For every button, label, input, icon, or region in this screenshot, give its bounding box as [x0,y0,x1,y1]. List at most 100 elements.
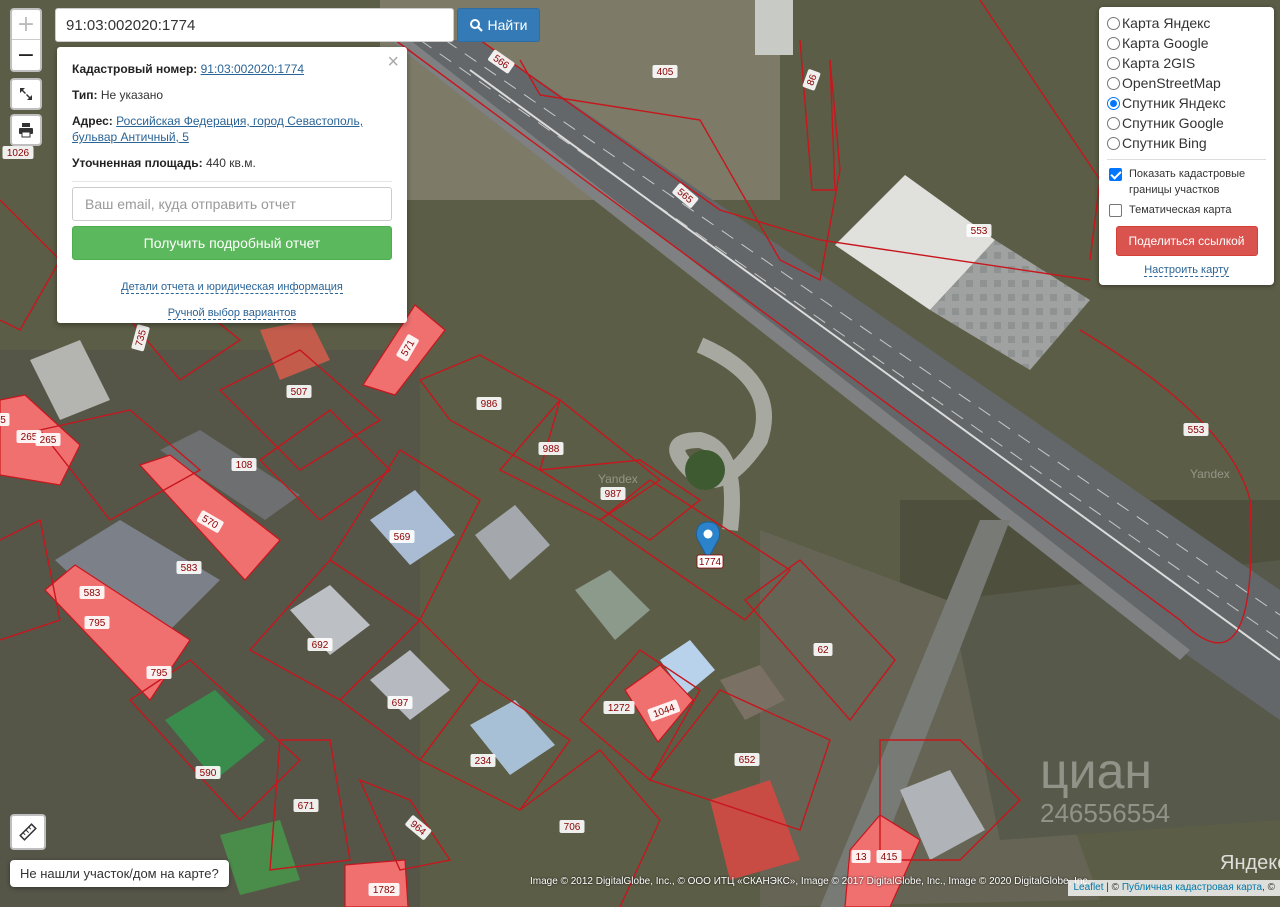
parcel-label: 553 [966,224,992,237]
layer-radio[interactable] [1107,76,1120,90]
layer-radio[interactable] [1107,116,1120,130]
zoom-in-button[interactable]: + [12,10,40,40]
parcel-label-text: 553 [1188,425,1205,436]
parcel-label: 671 [293,799,319,812]
layer-option[interactable]: Спутник Bing [1107,133,1266,153]
ruler-button[interactable] [10,814,46,850]
type-label: Тип: [72,88,98,102]
layer-option[interactable]: Карта Google [1107,33,1266,53]
parcel-label-text: 1782 [373,885,396,896]
parcel-label: 986 [476,397,502,410]
layer-radio[interactable] [1107,16,1120,30]
divider [1107,159,1266,160]
layer-radio[interactable] [1107,96,1120,110]
layer-option[interactable]: Карта Яндекс [1107,13,1266,33]
layer-radio[interactable] [1107,56,1120,70]
show-boundaries-checkbox[interactable] [1109,168,1122,181]
search-input[interactable] [55,8,454,42]
cadastral-map-link[interactable]: Публичная кадастровая карта [1122,882,1262,893]
parcel-label: 234 [470,754,496,767]
report-details-link[interactable]: Детали отчета и юридическая информация [121,281,343,294]
type-value: Не указано [100,88,164,102]
parcel-label-text: 5 [0,415,6,426]
layer-option-label: Спутник Яндекс [1122,95,1226,111]
marker-label: 1774 [696,554,724,569]
parcel-label: 13 [851,850,871,863]
layer-option[interactable]: Спутник Яндекс [1107,93,1266,113]
cian-id-watermark: 246556554 [1040,798,1171,828]
roundabout-tree [685,450,725,490]
layer-option[interactable]: Карта 2GIS [1107,53,1266,73]
layer-option-label: Спутник Google [1122,115,1224,131]
parcel-label: 1026 [2,146,34,159]
cadastral-number-label: Кадастровый номер: [72,62,198,76]
layer-option-label: Карта Яндекс [1122,15,1211,31]
parcel-label: 405 [652,65,678,78]
parcel-label: 988 [538,442,564,455]
zoom-out-button[interactable]: − [12,40,40,70]
parcel-label-text: 697 [392,698,409,709]
parcel-label-text: 706 [564,822,581,833]
parcel-label-text: 405 [657,67,674,78]
address-label: Адрес: [72,114,113,128]
parcel-label: 987 [600,487,626,500]
parcel-label: 697 [387,696,413,709]
parcel-info-popup: × Кадастровый номер: 91:03:002020:1774 Т… [57,47,407,323]
parcel-label: 795 [146,666,172,679]
parcel-label: 108 [231,458,257,471]
get-report-button[interactable]: Получить подробный отчет [72,226,392,260]
parcel-label: 265 [35,433,61,446]
parcel-label: 1272 [603,701,635,714]
marker-pin-dot [703,529,713,539]
yandex-watermark: Yandex [598,472,638,486]
parcel-label: 507 [286,385,312,398]
divider [72,181,392,182]
yandex-logo: Яндекс [1220,852,1280,874]
search-button[interactable]: Найти [457,8,540,42]
fullscreen-icon [20,88,32,100]
email-field[interactable] [72,187,392,221]
yandex-watermark: Yandex [1190,467,1230,481]
layer-radio[interactable] [1107,36,1120,50]
cadastral-number-row: Кадастровый номер: 91:03:002020:1774 [72,61,392,77]
parcel-label: 553 [1183,423,1209,436]
area-label: Уточненная площадь: [72,156,203,170]
close-icon[interactable]: × [387,52,399,72]
parcel-label: 583 [176,561,202,574]
share-link-button[interactable]: Поделиться ссылкой [1115,226,1258,256]
layers-panel: Карта Яндекс Карта Google Карта 2GIS OpenSt… [1099,7,1274,285]
attribution-separator: | © [1103,882,1122,893]
not-found-button[interactable]: Не нашли участок/дом на карте? [10,860,229,887]
parcel-label-text: 13 [855,852,867,863]
cadastral-number-link[interactable]: 91:03:002020:1774 [201,62,304,76]
cian-watermark: циан [1040,743,1152,799]
leaflet-link[interactable]: Leaflet [1073,882,1103,893]
address-link[interactable]: Российская Федерация, город Севастополь,… [72,114,363,144]
parcel-label-text: 988 [543,444,560,455]
parcel-label: 795 [84,616,110,629]
parcel-label-text: 671 [298,801,315,812]
print-button[interactable] [10,114,42,146]
area-row: Уточненная площадь: 440 кв.м. [72,155,392,171]
parcel-label-text: 234 [475,756,492,767]
layer-option-label: Карта Google [1122,35,1209,51]
show-boundaries-toggle[interactable]: Показать кадастровые границы участков [1107,166,1266,198]
layer-option[interactable]: OpenStreetMap [1107,73,1266,93]
thematic-map-checkbox[interactable] [1109,204,1122,217]
manual-selection-link[interactable]: Ручной выбор вариантов [167,307,297,320]
building [755,0,793,55]
parcel-label-text: 590 [200,768,217,779]
parcel-label: 706 [559,820,585,833]
layer-option-label: Спутник Bing [1122,135,1207,151]
parcel-label-text: 1026 [7,148,30,159]
configure-map-link[interactable]: Настроить карту [1144,264,1229,277]
ruler-icon [19,823,37,841]
fullscreen-button[interactable] [10,78,42,110]
layer-option[interactable]: Спутник Google [1107,113,1266,133]
layer-radio[interactable] [1107,136,1120,150]
type-row: Тип: Не указано [72,87,392,103]
parcel-label-text: 583 [84,588,101,599]
parcel-label-text: 265 [40,435,57,446]
thematic-map-toggle[interactable]: Тематическая карта [1107,202,1266,218]
parcel-label-text: 1272 [608,703,631,714]
